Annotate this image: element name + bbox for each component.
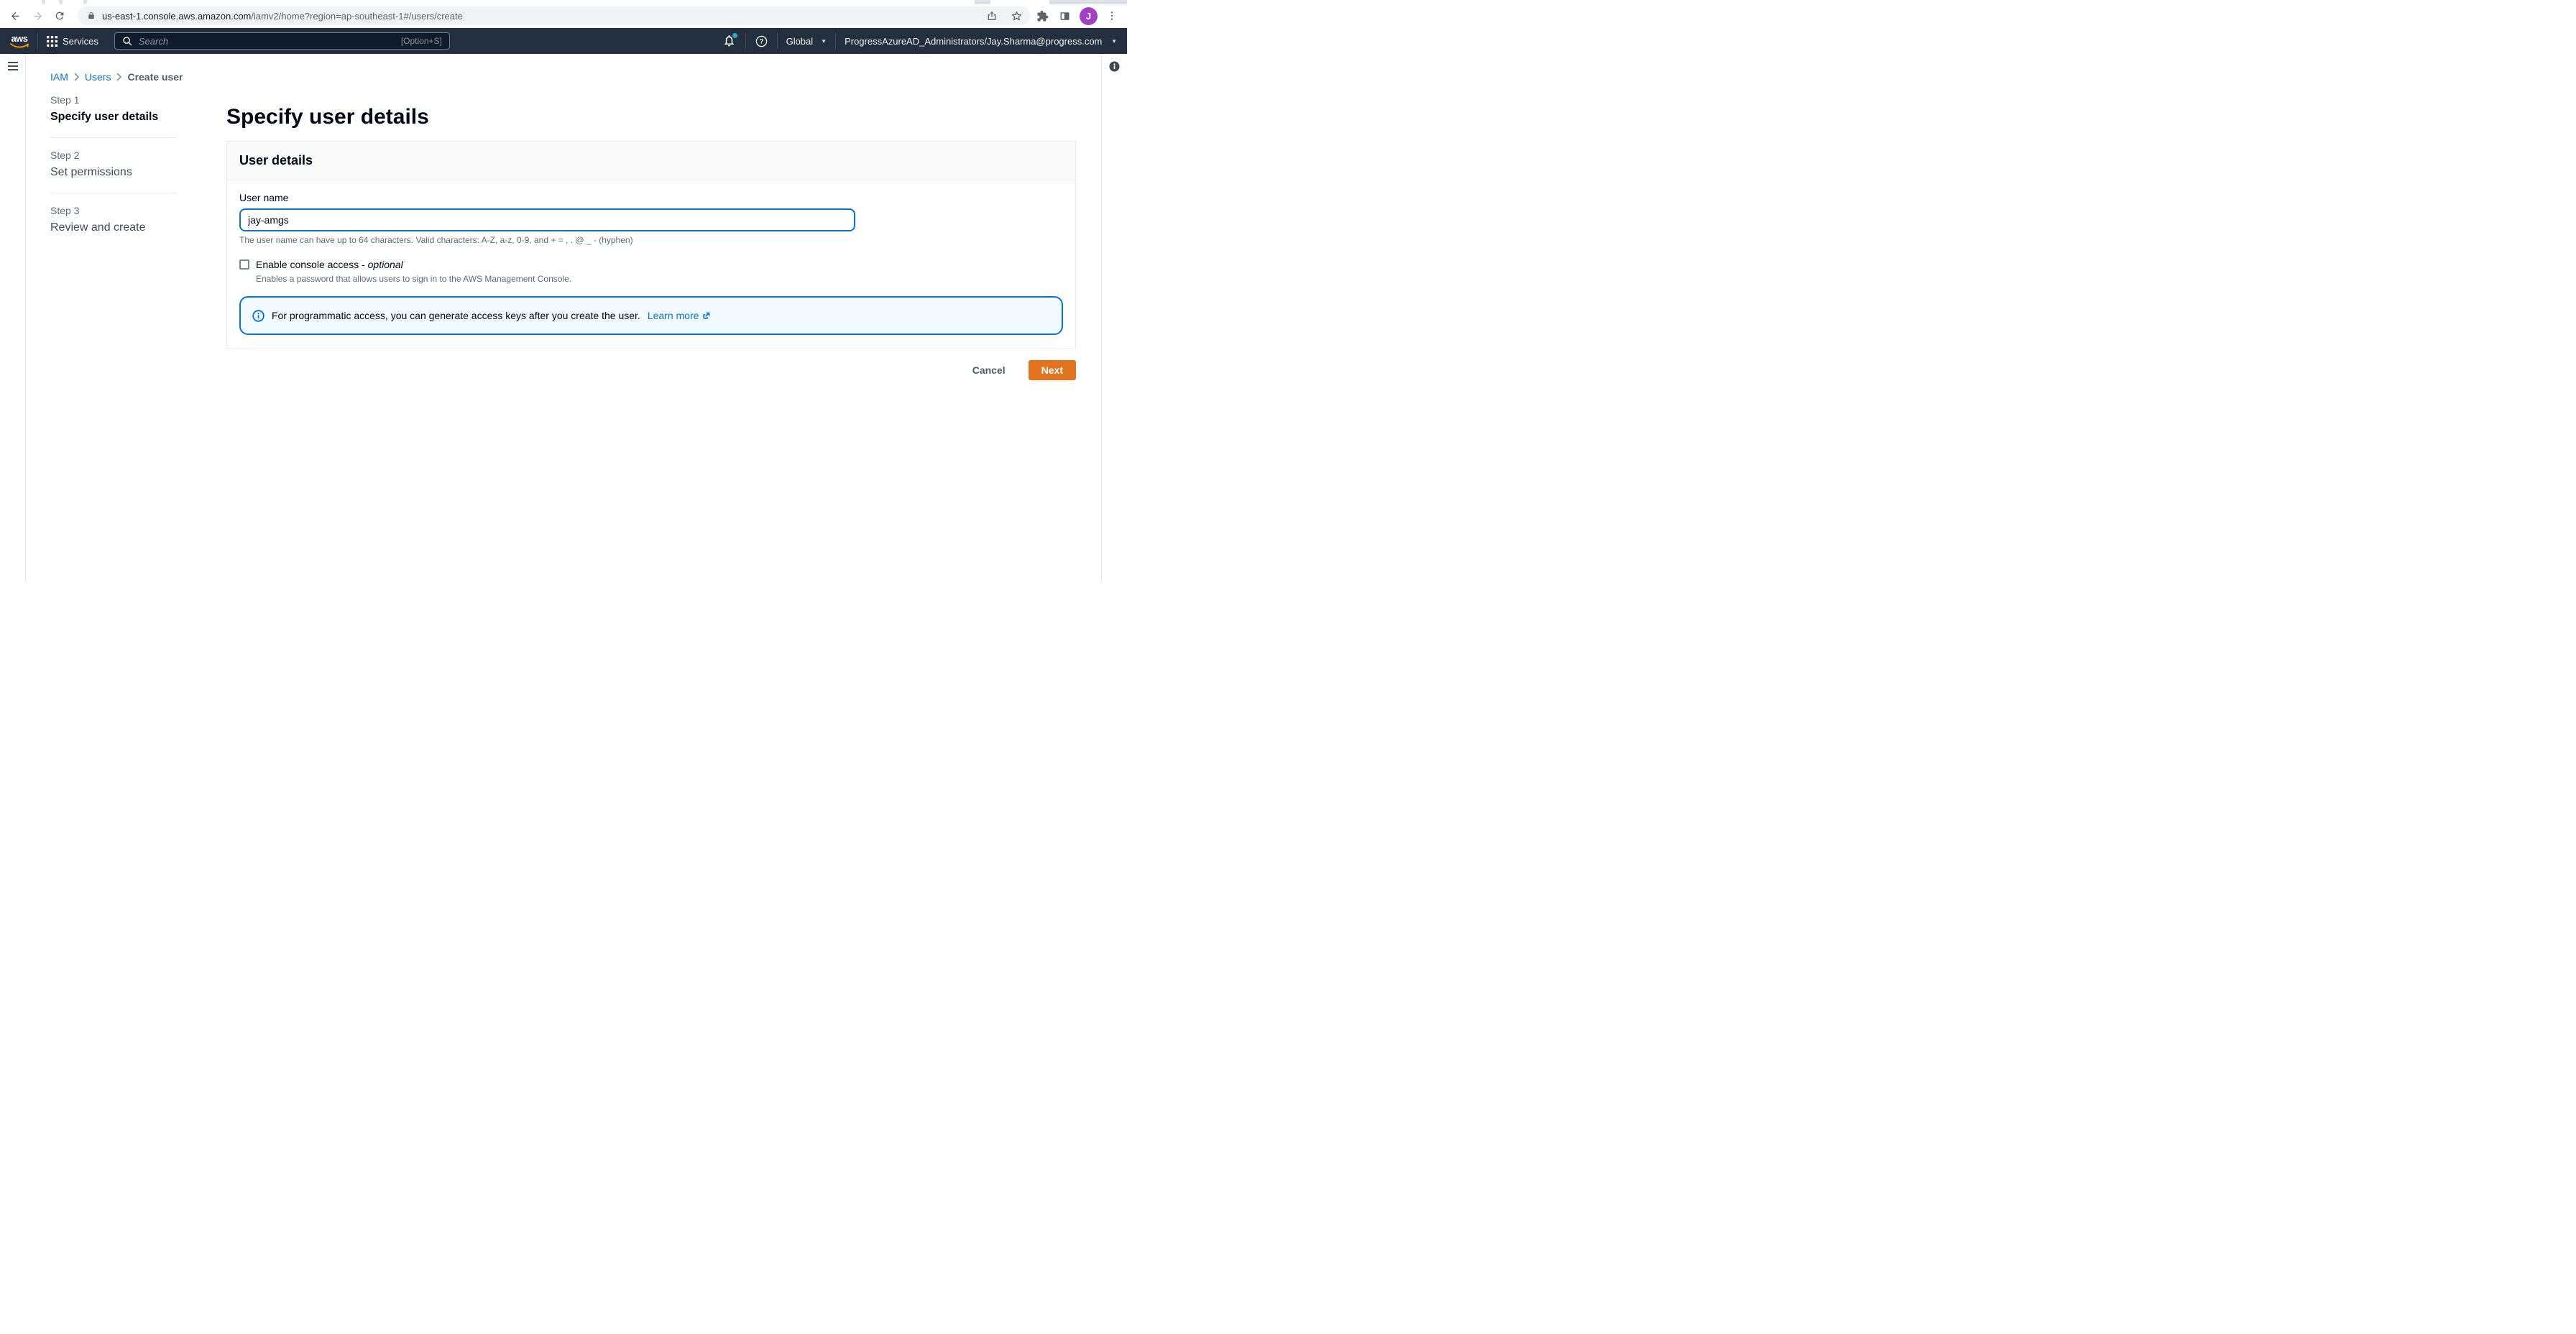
chevron-right-icon <box>116 72 122 81</box>
services-menu[interactable]: Services <box>47 35 98 47</box>
wizard-step-2: Step 2 Set permissions <box>50 150 176 179</box>
step-title-set-permissions[interactable]: Set permissions <box>50 166 176 179</box>
region-selector[interactable]: Global ▼ <box>786 36 827 47</box>
back-icon[interactable] <box>9 9 22 22</box>
console-access-help: Enables a password that allows users to … <box>256 274 572 284</box>
screen: us-east-1.console.aws.amazon.com/iamv2/h… <box>0 0 1127 584</box>
info-alert: For programmatic access, you can generat… <box>239 296 1063 335</box>
step-divider <box>50 137 176 138</box>
breadcrumb-create-user: Create user <box>127 70 183 83</box>
account-menu[interactable]: ProgressAzureAD_Administrators/Jay.Sharm… <box>845 36 1117 47</box>
left-nav-strip <box>0 54 26 584</box>
alert-text: For programmatic access, you can generat… <box>272 310 640 321</box>
bookmark-star-icon[interactable] <box>1010 9 1023 22</box>
search-input[interactable]: Search [Option+S] <box>114 32 450 50</box>
notifications-bell-icon[interactable] <box>722 32 738 48</box>
extensions-puzzle-icon[interactable] <box>1036 9 1049 22</box>
side-panel-icon[interactable] <box>1058 9 1071 22</box>
url-host: us-east-1.console.aws.amazon.com <box>102 10 252 22</box>
optional-text: optional <box>367 259 403 270</box>
info-panel-icon[interactable] <box>1109 61 1120 584</box>
aws-top-nav: aws Services Search [Option+S] ? Global <box>0 28 1127 54</box>
user-details-panel: User details User name The user name can… <box>226 141 1076 349</box>
right-info-strip <box>1101 54 1127 584</box>
account-label: ProgressAzureAD_Administrators/Jay.Sharm… <box>845 35 1103 47</box>
info-icon <box>252 309 264 322</box>
wizard-steps: Step 1 Specify user details Step 2 Set p… <box>50 94 176 380</box>
page-title: Specify user details <box>226 105 429 129</box>
panel-title: User details <box>239 153 313 167</box>
search-shortcut: [Option+S] <box>400 36 442 46</box>
services-grid-icon <box>47 35 58 47</box>
wizard-step-3: Step 3 Review and create <box>50 205 176 234</box>
console-access-label[interactable]: Enable console access - optional <box>256 259 403 270</box>
caret-down-icon: ▼ <box>821 37 827 45</box>
caret-down-icon: ▼ <box>1111 37 1117 45</box>
search-icon <box>123 36 132 45</box>
console-access-checkbox[interactable] <box>239 259 249 270</box>
hamburger-menu-icon[interactable] <box>8 62 18 73</box>
user-name-label: User name <box>239 192 289 203</box>
browser-toolbar: us-east-1.console.aws.amazon.com/iamv2/h… <box>0 4 1127 28</box>
help-icon[interactable]: ? <box>755 34 768 48</box>
share-icon[interactable] <box>985 9 998 22</box>
main-form-area: Specify user details User details User n… <box>226 94 1076 380</box>
user-name-help: The user name can have up to 64 characte… <box>239 235 633 245</box>
svg-text:?: ? <box>759 37 763 45</box>
step-label: Step 3 <box>50 205 80 216</box>
aws-logo[interactable]: aws <box>10 34 29 48</box>
panel-body: User name The user name can have up to 6… <box>227 180 1075 348</box>
wizard-actions: Cancel Next <box>226 360 1076 380</box>
chevron-right-icon <box>74 72 79 81</box>
cancel-button[interactable]: Cancel <box>968 364 1010 377</box>
browser-menu-icon[interactable] <box>1105 9 1118 22</box>
services-label: Services <box>63 35 98 47</box>
reload-icon[interactable] <box>53 9 66 22</box>
url-path: /iamv2/home?region=ap-southeast-1#/users… <box>251 10 463 22</box>
search-placeholder: Search <box>138 35 169 47</box>
breadcrumb-iam[interactable]: IAM <box>50 71 68 83</box>
region-label: Global <box>786 35 814 47</box>
breadcrumb-users[interactable]: Users <box>85 71 111 83</box>
panel-header: User details <box>227 142 1075 180</box>
lock-icon <box>86 12 96 21</box>
step-label: Step 1 <box>50 94 80 106</box>
browser-profile-avatar[interactable]: J <box>1080 6 1098 25</box>
next-button[interactable]: Next <box>1028 360 1076 380</box>
step-label: Step 2 <box>50 150 80 161</box>
url-bar[interactable]: us-east-1.console.aws.amazon.com/iamv2/h… <box>78 6 1030 25</box>
learn-more-link[interactable]: Learn more <box>648 310 712 321</box>
step-title-review-and-create[interactable]: Review and create <box>50 221 176 234</box>
forward-icon[interactable] <box>31 9 44 22</box>
url-text: us-east-1.console.aws.amazon.com/iamv2/h… <box>102 11 463 22</box>
aws-smile-icon <box>10 43 29 48</box>
breadcrumb: IAM Users Create user <box>50 70 1100 83</box>
wizard-step-1: Step 1 Specify user details <box>50 94 176 124</box>
user-name-input[interactable] <box>239 208 855 231</box>
page-content: IAM Users Create user Step 1 Specify use… <box>27 54 1100 584</box>
external-link-icon <box>703 312 710 319</box>
notification-dot <box>731 32 738 39</box>
console-access-row: Enable console access - optional <box>239 259 1063 270</box>
step-title-specify-user-details: Specify user details <box>50 111 159 123</box>
